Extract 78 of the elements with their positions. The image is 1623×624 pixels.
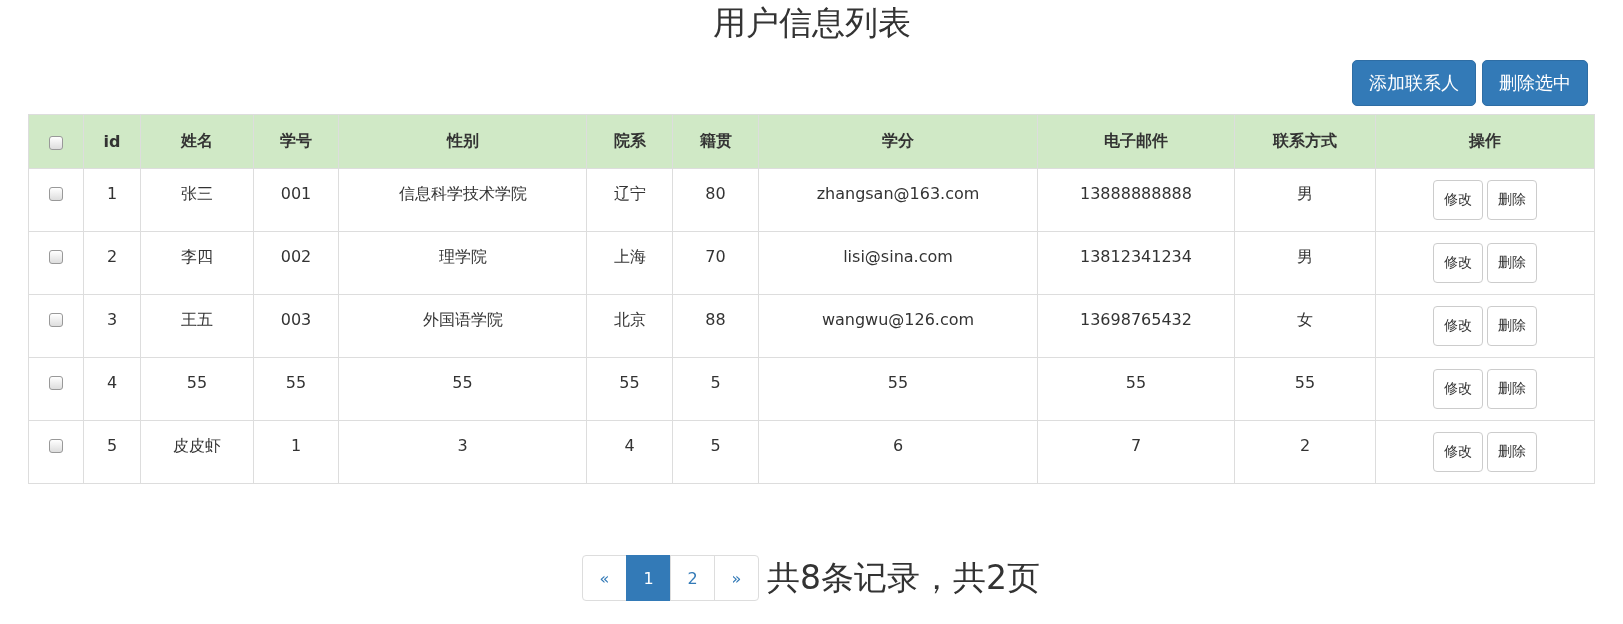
table-cell: 李四 — [181, 247, 213, 268]
table-cell: 13698765432 — [1080, 310, 1192, 329]
table-cell: 4 — [106, 373, 118, 392]
table-cell: lisi@sina.com — [843, 247, 953, 266]
delete-button[interactable]: 删除 — [1487, 432, 1537, 472]
column-header: 籍贯 — [672, 114, 759, 169]
next-page-link[interactable]: » — [714, 555, 759, 601]
column-header: 电子邮件 — [1037, 114, 1235, 169]
table-cell: 上海 — [613, 247, 646, 268]
table-cell: 3 — [457, 436, 468, 455]
row-checkbox[interactable] — [49, 187, 63, 201]
column-header: id — [83, 114, 141, 169]
table-cell: 002 — [280, 247, 312, 266]
table-cell: wangwu@126.com — [821, 310, 975, 329]
table-cell: 2 — [106, 247, 118, 266]
table-cell: 88 — [705, 310, 726, 329]
table-cell: 55 — [285, 373, 307, 392]
page-link[interactable]: 2 — [670, 555, 715, 601]
toolbar-button[interactable]: 删除选中 — [1482, 60, 1588, 106]
table-cell: 1 — [290, 436, 302, 455]
edit-button[interactable]: 修改 — [1433, 306, 1483, 346]
column-header: 性别 — [338, 114, 587, 169]
table-cell: 男 — [1297, 184, 1313, 205]
table-cell: 男 — [1297, 247, 1313, 268]
table-cell: 理学院 — [438, 247, 487, 268]
page-title: 用户信息列表 — [712, 2, 911, 44]
table-cell: 80 — [705, 184, 726, 203]
table-cell: 皮皮虾 — [173, 436, 221, 457]
table-cell: 2 — [1299, 436, 1311, 455]
table-cell: 55 — [887, 373, 909, 392]
toolbar-button[interactable]: 添加联系人 — [1352, 60, 1476, 106]
edit-button[interactable]: 修改 — [1433, 243, 1483, 283]
table-cell: zhangsan@163.com — [816, 184, 980, 203]
table-cell: 13888888888 — [1080, 184, 1192, 203]
table-cell: 55 — [1125, 373, 1147, 392]
table-cell: 55 — [186, 373, 208, 392]
table-cell: 3 — [106, 310, 118, 329]
table-cell: 55 — [619, 373, 640, 392]
table-cell: 1 — [106, 184, 118, 203]
column-header: 学号 — [253, 114, 339, 169]
table-cell: 6 — [892, 436, 904, 455]
table-cell: 7 — [1130, 436, 1142, 455]
table-cell: 外国语学院 — [422, 310, 503, 331]
column-header: 院系 — [586, 114, 673, 169]
delete-button[interactable]: 删除 — [1487, 243, 1537, 283]
table-cell: 5 — [710, 436, 721, 455]
edit-button[interactable]: 修改 — [1433, 369, 1483, 409]
select-all-checkbox[interactable] — [49, 135, 63, 150]
row-checkbox[interactable] — [49, 250, 63, 264]
table-cell: 5 — [710, 373, 721, 392]
column-header: 操作 — [1375, 114, 1595, 169]
page-link[interactable]: 1 — [626, 555, 671, 601]
table-cell: 70 — [705, 247, 726, 266]
table-cell: 001 — [280, 184, 312, 203]
column-header: 姓名 — [140, 114, 254, 169]
table-cell: 003 — [280, 310, 312, 329]
table-cell: 55 — [1294, 373, 1316, 392]
record-summary: 共8条记录，共2页 — [767, 556, 1040, 599]
delete-button[interactable]: 删除 — [1487, 306, 1537, 346]
row-checkbox[interactable] — [49, 439, 63, 453]
delete-button[interactable]: 删除 — [1487, 180, 1537, 220]
table-cell: 北京 — [613, 310, 646, 331]
row-checkbox[interactable] — [49, 313, 63, 327]
table-cell: 辽宁 — [613, 184, 646, 205]
row-checkbox[interactable] — [49, 376, 63, 390]
table-cell: 55 — [452, 373, 473, 392]
table-cell: 张三 — [181, 184, 213, 205]
table-cell: 王五 — [181, 310, 213, 331]
edit-button[interactable]: 修改 — [1433, 180, 1483, 220]
table-cell: 13812341234 — [1080, 247, 1192, 266]
edit-button[interactable]: 修改 — [1433, 432, 1483, 472]
column-header: 联系方式 — [1234, 114, 1376, 169]
column-header: 学分 — [758, 114, 1038, 169]
table-cell: 女 — [1297, 310, 1313, 331]
table-cell: 信息科学技术学院 — [398, 184, 527, 205]
delete-button[interactable]: 删除 — [1487, 369, 1537, 409]
table-cell: 5 — [106, 436, 118, 455]
table-cell: 4 — [624, 436, 635, 455]
